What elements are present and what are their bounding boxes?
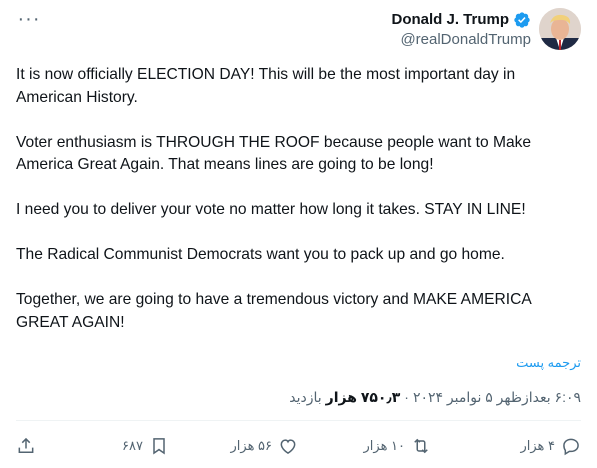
- bookmark-count: ۶۸۷: [122, 438, 143, 453]
- more-horizontal-icon: ···: [17, 8, 41, 30]
- repost-count: ۱۰ هزار: [363, 438, 406, 453]
- translate-post-link[interactable]: ترجمه پست: [516, 355, 581, 371]
- tweet-paragraph: The Radical Communist Democrats want you…: [16, 246, 505, 263]
- meta-separator: ·: [404, 389, 409, 405]
- divider: [16, 420, 581, 421]
- reply-button[interactable]: ۴ هزار: [520, 432, 581, 460]
- like-button[interactable]: ۵۶ هزار: [231, 432, 299, 460]
- author-handle[interactable]: @realDonaldTrump: [400, 30, 531, 50]
- tweet-paragraph: Voter enthusiasm is THROUGH THE ROOF bec…: [16, 133, 532, 174]
- share-icon: [18, 437, 34, 453]
- tweet-timestamp[interactable]: ۶:۰۹ بعدازظهر ۵ نوامبر ۲۰۲۴: [413, 389, 581, 406]
- author-name-row[interactable]: Donald J. Trump: [391, 10, 531, 30]
- reply-count: ۴ هزار: [520, 438, 555, 453]
- author-info: Donald J. Trump @realDonaldTrump: [391, 8, 531, 50]
- like-count: ۵۶ هزار: [230, 438, 273, 453]
- avatar-image: [539, 8, 581, 50]
- tweet-paragraph: I need you to deliver your vote no matte…: [16, 201, 526, 218]
- more-options-button[interactable]: ···: [16, 8, 42, 30]
- bookmark-icon: [153, 438, 165, 455]
- tweet-author: Donald J. Trump @realDonaldTrump: [391, 8, 581, 50]
- tweet-paragraph: It is now officially ELECTION DAY! This …: [16, 66, 516, 106]
- tweet-meta: ۶:۰۹ بعدازظهر ۵ نوامبر ۲۰۲۴ · ۷۵۰٫۳ هزار…: [289, 389, 581, 406]
- verified-badge-icon: [514, 12, 530, 28]
- repost-icon: [414, 438, 428, 454]
- reply-icon: [563, 438, 579, 456]
- tweet-text: It is now officially ELECTION DAY! This …: [16, 64, 576, 334]
- bookmark-button[interactable]: ۶۸۷: [122, 432, 169, 460]
- repost-button[interactable]: ۱۰ هزار: [364, 432, 432, 460]
- views-label: بازدید: [289, 389, 322, 405]
- action-bar: ۴ هزار ۱۰ هزار ۵۶ هزار ۶۸۷: [16, 432, 581, 460]
- avatar[interactable]: [539, 8, 581, 50]
- tweet-paragraph: Together, we are going to have a tremend…: [16, 291, 531, 331]
- author-display-name[interactable]: Donald J. Trump: [391, 10, 509, 30]
- like-icon: [280, 439, 296, 454]
- share-button[interactable]: [16, 432, 36, 460]
- views-count: ۷۵۰٫۳ هزار: [325, 389, 401, 405]
